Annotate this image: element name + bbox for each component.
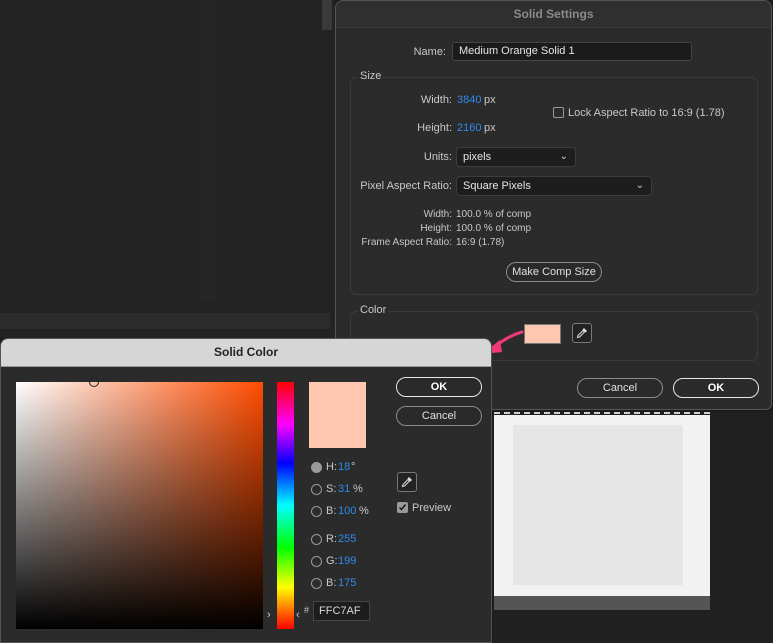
r-label: R: [326, 533, 337, 545]
frame-aspect-ratio-label: Frame Aspect Ratio: [361, 237, 452, 248]
h-value[interactable]: 18 [338, 461, 350, 473]
chevron-down-icon: ⌄ [635, 180, 644, 191]
background-divider [200, 0, 216, 300]
hue-chevron-left-icon: ‹ [296, 609, 300, 621]
width-label: Width: [420, 94, 452, 106]
info-height-label: Height: [420, 223, 452, 234]
settings-ok-button[interactable]: OK [673, 378, 759, 398]
units-dropdown-value: pixels [463, 151, 492, 163]
height-unit: px [484, 122, 496, 134]
info-width-label: Width: [423, 209, 452, 220]
preview-label: Preview [412, 502, 452, 514]
name-field[interactable]: Medium Orange Solid 1 [452, 42, 692, 61]
color-cancel-button[interactable]: Cancel [396, 406, 482, 426]
width-unit: px [484, 94, 496, 106]
hex-input[interactable]: FFC7AF [313, 601, 370, 621]
info-width-value: 100.0 % of comp [456, 209, 532, 220]
new-color-preview [309, 382, 366, 448]
b2-value[interactable]: 175 [338, 577, 356, 589]
brightness-radio[interactable] [311, 506, 322, 517]
h-unit: ° [351, 461, 356, 473]
hex-hash: # [304, 605, 310, 615]
saturation-radio[interactable] [311, 484, 322, 495]
pixel-aspect-ratio-label: Pixel Aspect Ratio: [360, 180, 452, 192]
color-eyedropper-button[interactable] [397, 472, 417, 492]
pixel-aspect-ratio-dropdown[interactable]: Square Pixels ⌄ [456, 176, 652, 196]
name-label: Name: [413, 46, 446, 58]
units-label: Units: [423, 151, 452, 163]
green-radio[interactable] [311, 556, 322, 567]
b-value[interactable]: 100 [338, 505, 356, 517]
chevron-down-icon: ⌄ [559, 151, 568, 162]
color-swatch[interactable] [524, 324, 561, 344]
hue-slider[interactable] [277, 382, 294, 629]
units-dropdown[interactable]: pixels ⌄ [456, 147, 576, 167]
eyedropper-icon [576, 328, 587, 339]
frame-aspect-ratio-value: 16:9 (1.78) [456, 237, 505, 248]
size-group-title: Size [358, 70, 384, 82]
preview-checkbox[interactable] [397, 502, 408, 513]
field-chevron-right-icon: › [267, 609, 271, 621]
height-value[interactable]: 2160 [457, 122, 481, 134]
thumbnail-bottom-bar [494, 596, 710, 610]
background-strip [0, 313, 330, 329]
settings-cancel-button[interactable]: Cancel [577, 378, 663, 398]
solid-settings-title: Solid Settings [336, 1, 771, 28]
thumbnail-dashed-border [494, 412, 710, 414]
width-value[interactable]: 3840 [457, 94, 481, 106]
g-value[interactable]: 199 [338, 555, 356, 567]
background-panel [0, 0, 335, 338]
lock-aspect-checkbox[interactable] [553, 107, 564, 118]
b-unit: % [359, 505, 369, 517]
red-radio[interactable] [311, 534, 322, 545]
eyedropper-icon [401, 477, 412, 488]
saturation-brightness-field[interactable] [16, 382, 263, 629]
make-comp-size-button[interactable]: Make Comp Size [506, 262, 602, 282]
solid-color-title: Solid Color [1, 339, 491, 367]
solid-color-dialog: Solid Color › ‹ H: 18 ° S: 31 % B: 100 %… [0, 338, 492, 643]
pixel-aspect-ratio-value: Square Pixels [463, 180, 531, 192]
g-label: G: [326, 555, 338, 567]
r-value[interactable]: 255 [338, 533, 356, 545]
info-height-value: 100.0 % of comp [456, 223, 532, 234]
composition-thumbnail-inner [513, 425, 683, 585]
s-label: S: [326, 483, 337, 495]
b-label: B: [326, 505, 337, 517]
blue-radio[interactable] [311, 578, 322, 589]
b2-label: B: [326, 577, 337, 589]
color-picker-cursor [89, 377, 99, 387]
h-label: H: [326, 461, 337, 473]
s-value[interactable]: 31 [338, 483, 350, 495]
hue-radio[interactable] [311, 462, 322, 473]
lock-aspect-label: Lock Aspect Ratio to 16:9 (1.78) [568, 107, 725, 119]
height-label: Height: [417, 122, 452, 134]
color-group-title: Color [358, 304, 389, 316]
s-unit: % [353, 483, 363, 495]
eyedropper-button[interactable] [572, 323, 592, 343]
background-divider [322, 0, 332, 30]
checkmark-icon [398, 504, 407, 511]
color-ok-button[interactable]: OK [396, 377, 482, 397]
